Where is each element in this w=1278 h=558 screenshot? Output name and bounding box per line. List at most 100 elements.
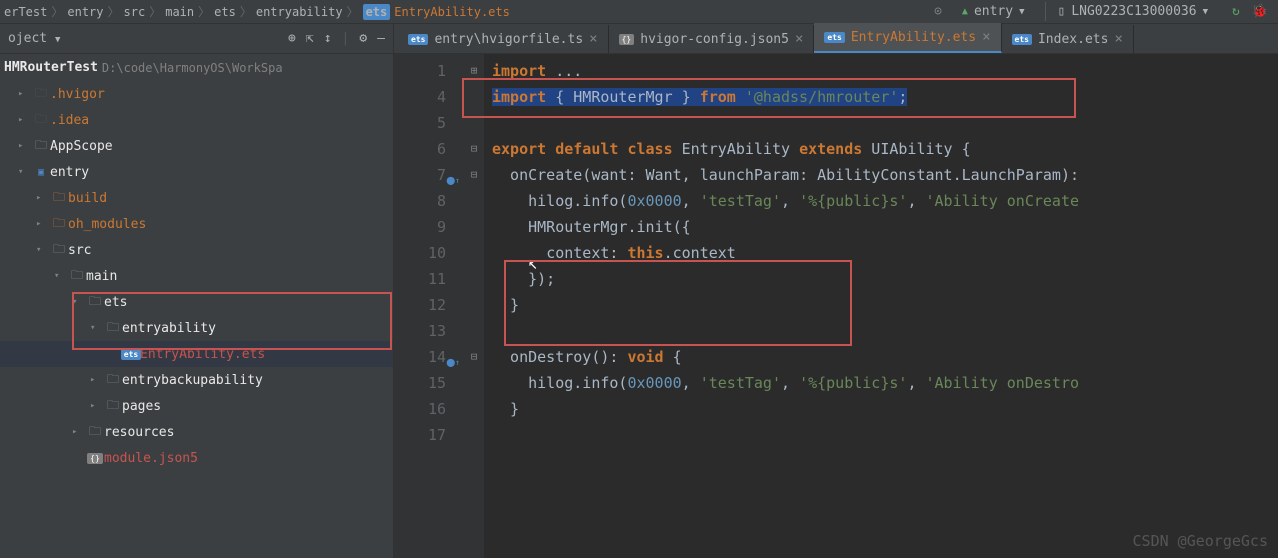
fold-toggle-icon[interactable] xyxy=(464,188,484,214)
build-icon[interactable]: ⊙ xyxy=(934,4,942,19)
crumb-active-file[interactable]: EntryAbility.ets xyxy=(394,5,510,19)
tab-index-ets[interactable]: etsIndex.ets× xyxy=(1002,25,1134,53)
gear-icon[interactable]: ⚙ xyxy=(359,31,367,46)
breadcrumb[interactable]: erTest〉 entry〉 src〉 main〉 ets〉 entryabil… xyxy=(0,3,510,20)
tab-entryability-ets[interactable]: etsEntryAbility.ets× xyxy=(814,23,1001,53)
tree-arrow-icon[interactable]: ▾ xyxy=(72,297,86,307)
override-mark-icon[interactable]: ⬤↑ xyxy=(446,168,460,194)
fold-toggle-icon[interactable] xyxy=(464,240,484,266)
fold-toggle-icon[interactable] xyxy=(464,370,484,396)
crumb-item[interactable]: erTest xyxy=(4,5,47,19)
line-number[interactable]: 15 xyxy=(394,370,446,396)
project-dropdown[interactable]: oject ▼ xyxy=(8,31,60,46)
tree-item-pages[interactable]: ▸🗀pages xyxy=(0,393,393,419)
code-editor[interactable]: 14567⬤↑891011121314⬤↑151617 ⊞⊟⊟⊟ import … xyxy=(394,54,1278,558)
tree-arrow-icon[interactable]: ▸ xyxy=(36,193,50,203)
code-line[interactable]: context: this.context xyxy=(492,240,1278,266)
fold-toggle-icon[interactable] xyxy=(464,292,484,318)
tree-arrow-icon[interactable]: ▸ xyxy=(90,401,104,411)
crumb-item[interactable]: ets xyxy=(214,5,236,19)
code-line[interactable]: import { HMRouterMgr } from '@hadss/hmro… xyxy=(492,84,1278,110)
fold-toggle-icon[interactable] xyxy=(464,422,484,448)
tree-arrow-icon[interactable]: ▸ xyxy=(18,115,32,125)
tree-item--idea[interactable]: ▸🗀.idea xyxy=(0,107,393,133)
line-number[interactable]: 7⬤↑ xyxy=(394,162,446,188)
tree-item-src[interactable]: ▾🗀src xyxy=(0,237,393,263)
tree-item-oh-modules[interactable]: ▸🗀oh_modules xyxy=(0,211,393,237)
line-number[interactable]: 16 xyxy=(394,396,446,422)
line-number[interactable]: 10 xyxy=(394,240,446,266)
line-number[interactable]: 14⬤↑ xyxy=(394,344,446,370)
line-number[interactable]: 13 xyxy=(394,318,446,344)
line-number[interactable]: 12 xyxy=(394,292,446,318)
tree-arrow-icon[interactable]: ▸ xyxy=(18,89,32,99)
close-icon[interactable]: × xyxy=(982,29,990,45)
code-line[interactable] xyxy=(492,110,1278,136)
tree-arrow-icon[interactable]: ▸ xyxy=(36,219,50,229)
code-line[interactable] xyxy=(492,422,1278,448)
tree-item-ets[interactable]: ▾🗀ets xyxy=(0,289,393,315)
line-number[interactable]: 17 xyxy=(394,422,446,448)
code-line[interactable]: }); xyxy=(492,266,1278,292)
fold-toggle-icon[interactable]: ⊞ xyxy=(464,58,484,84)
tree-arrow-icon[interactable]: ▸ xyxy=(18,141,32,151)
device-selector[interactable]: ▯ LNG0223C13000036 ▼ xyxy=(1045,2,1220,21)
expand-icon[interactable]: ↕ xyxy=(324,31,332,46)
tab-hvigor-config-json5[interactable]: {}hvigor-config.json5× xyxy=(609,25,815,53)
tree-item-resources[interactable]: ▸🗀resources xyxy=(0,419,393,445)
code-line[interactable]: hilog.info(0x0000, 'testTag', '%{public}… xyxy=(492,370,1278,396)
tree-arrow-icon[interactable]: ▸ xyxy=(90,375,104,385)
tree-item-module-json5[interactable]: {}module.json5 xyxy=(0,445,393,471)
crumb-item[interactable]: main xyxy=(165,5,194,19)
fold-toggle-icon[interactable] xyxy=(464,110,484,136)
tree-item-main[interactable]: ▾🗀main xyxy=(0,263,393,289)
tree-item-entryability[interactable]: ▾🗀entryability xyxy=(0,315,393,341)
line-number[interactable]: 5 xyxy=(394,110,446,136)
line-number[interactable]: 9 xyxy=(394,214,446,240)
line-number[interactable]: 4 xyxy=(394,84,446,110)
fold-toggle-icon[interactable] xyxy=(464,84,484,110)
code-line[interactable]: hilog.info(0x0000, 'testTag', '%{public}… xyxy=(492,188,1278,214)
line-number[interactable]: 6 xyxy=(394,136,446,162)
code-line[interactable] xyxy=(492,318,1278,344)
tree-arrow-icon[interactable]: ▸ xyxy=(72,427,86,437)
code-line[interactable]: onDestroy(): void { xyxy=(492,344,1278,370)
fold-toggle-icon[interactable]: ⊟ xyxy=(464,162,484,188)
fold-toggle-icon[interactable] xyxy=(464,396,484,422)
override-mark-icon[interactable]: ⬤↑ xyxy=(446,350,460,376)
fold-toggle-icon[interactable]: ⊟ xyxy=(464,344,484,370)
close-icon[interactable]: × xyxy=(795,31,803,47)
tree-arrow-icon[interactable]: ▾ xyxy=(54,271,68,281)
tree-item-entryability-ets[interactable]: etsEntryAbility.ets xyxy=(0,341,393,367)
tree-arrow-icon[interactable]: ▾ xyxy=(36,245,50,255)
tree-item-entrybackupability[interactable]: ▸🗀entrybackupability xyxy=(0,367,393,393)
action-icon[interactable]: ↻ xyxy=(1232,4,1240,19)
bug-icon[interactable]: 🐞 xyxy=(1252,4,1268,19)
line-number[interactable]: 11 xyxy=(394,266,446,292)
code-line[interactable]: HMRouterMgr.init({ xyxy=(492,214,1278,240)
tab-entry-hvigorfile-ts[interactable]: etsentry\hvigorfile.ts× xyxy=(398,25,609,53)
code-line[interactable]: export default class EntryAbility extend… xyxy=(492,136,1278,162)
crumb-item[interactable]: src xyxy=(124,5,146,19)
fold-toggle-icon[interactable] xyxy=(464,318,484,344)
fold-toggle-icon[interactable] xyxy=(464,266,484,292)
code-line[interactable]: onCreate(want: Want, launchParam: Abilit… xyxy=(492,162,1278,188)
minimize-icon[interactable]: — xyxy=(377,31,385,46)
tree-item--hvigor[interactable]: ▸🗀.hvigor xyxy=(0,81,393,107)
line-number[interactable]: 1 xyxy=(394,58,446,84)
close-icon[interactable]: × xyxy=(1114,31,1122,47)
collapse-icon[interactable]: ⇱ xyxy=(306,31,314,46)
code-line[interactable]: } xyxy=(492,292,1278,318)
tree-item-entry[interactable]: ▾▣entry xyxy=(0,159,393,185)
close-icon[interactable]: × xyxy=(589,31,597,47)
fold-toggle-icon[interactable]: ⊟ xyxy=(464,136,484,162)
crumb-item[interactable]: entryability xyxy=(256,5,343,19)
code-line[interactable]: import ... xyxy=(492,58,1278,84)
tree-arrow-icon[interactable]: ▾ xyxy=(18,167,32,177)
fold-toggle-icon[interactable] xyxy=(464,214,484,240)
line-number[interactable]: 8 xyxy=(394,188,446,214)
tree-item-build[interactable]: ▸🗀build xyxy=(0,185,393,211)
target-icon[interactable]: ⊕ xyxy=(288,31,296,46)
crumb-item[interactable]: entry xyxy=(67,5,103,19)
tree-item-appscope[interactable]: ▸🗀AppScope xyxy=(0,133,393,159)
